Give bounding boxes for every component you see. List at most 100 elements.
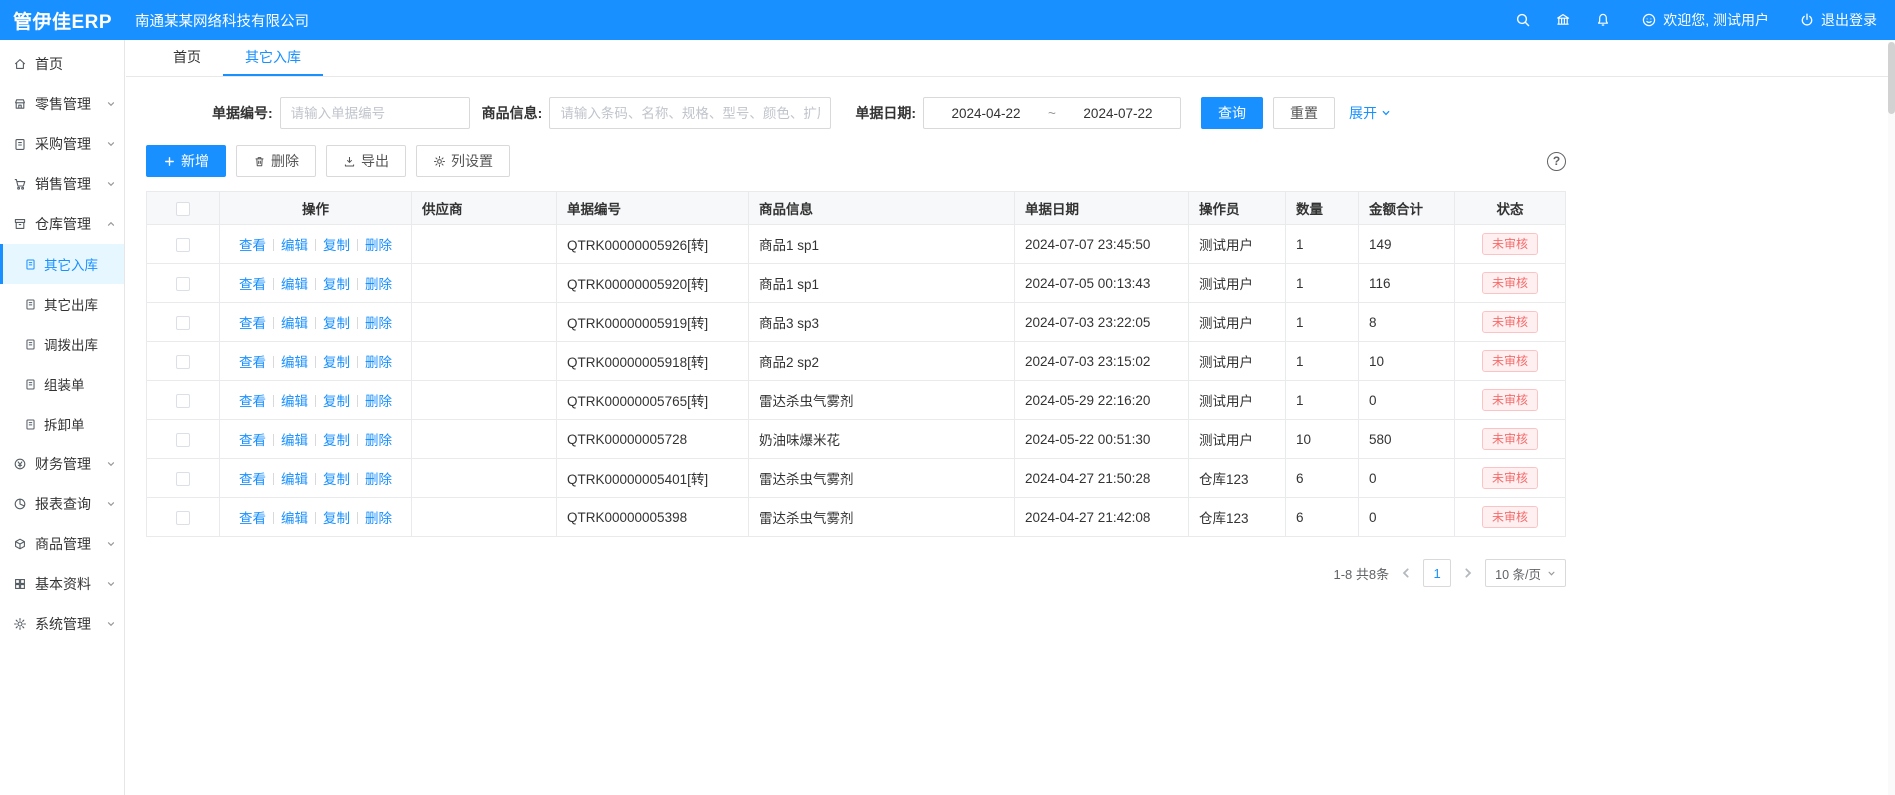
delete-link[interactable]: 删除 bbox=[365, 316, 392, 331]
copy-link[interactable]: 复制 bbox=[323, 277, 350, 292]
logout-button[interactable]: 退出登录 bbox=[1799, 10, 1877, 30]
edit-link[interactable]: 编辑 bbox=[281, 316, 308, 331]
sidebar-item-finance[interactable]: 财务管理 bbox=[0, 444, 124, 484]
cell-operator: 测试用户 bbox=[1189, 225, 1286, 264]
search-icon[interactable] bbox=[1515, 12, 1531, 28]
edit-link[interactable]: 编辑 bbox=[281, 238, 308, 253]
document-icon bbox=[24, 298, 37, 311]
delete-link[interactable]: 删除 bbox=[365, 433, 392, 448]
date-end-value[interactable]: 2024-07-22 bbox=[1083, 106, 1152, 121]
cell-operations: 查看编辑复制删除 bbox=[220, 342, 412, 381]
divider bbox=[357, 356, 358, 368]
sidebar-subitem-assembly[interactable]: 组装单 bbox=[0, 364, 124, 404]
edit-link[interactable]: 编辑 bbox=[281, 277, 308, 292]
date-range-picker[interactable]: 2024-04-22 ~ 2024-07-22 bbox=[923, 97, 1181, 129]
export-button[interactable]: 导出 bbox=[326, 145, 406, 177]
select-all-checkbox[interactable] bbox=[176, 202, 190, 216]
delete-link[interactable]: 删除 bbox=[365, 355, 392, 370]
row-checkbox[interactable] bbox=[176, 316, 190, 330]
view-link[interactable]: 查看 bbox=[239, 433, 266, 448]
row-checkbox[interactable] bbox=[176, 277, 190, 291]
row-checkbox[interactable] bbox=[176, 394, 190, 408]
page-size-select[interactable]: 10 条/页 bbox=[1485, 559, 1566, 587]
col-amount: 金额合计 bbox=[1359, 192, 1455, 225]
sidebar-subitem-other-inbound[interactable]: 其它入库 bbox=[0, 244, 124, 284]
prev-page-button[interactable] bbox=[1399, 566, 1413, 580]
sidebar-item-label: 仓库管理 bbox=[35, 214, 91, 234]
scrollbar-track[interactable] bbox=[1888, 42, 1895, 795]
add-button[interactable]: 新增 bbox=[146, 145, 226, 177]
delete-link[interactable]: 删除 bbox=[365, 394, 392, 409]
view-link[interactable]: 查看 bbox=[239, 238, 266, 253]
page-number-1[interactable]: 1 bbox=[1423, 559, 1451, 587]
edit-link[interactable]: 编辑 bbox=[281, 433, 308, 448]
bell-icon[interactable] bbox=[1595, 12, 1611, 28]
sidebar-item-sales[interactable]: 销售管理 bbox=[0, 164, 124, 204]
copy-link[interactable]: 复制 bbox=[323, 433, 350, 448]
sidebar-item-retail[interactable]: 零售管理 bbox=[0, 84, 124, 124]
sidebar-item-basic-data[interactable]: 基本资料 bbox=[0, 564, 124, 604]
view-link[interactable]: 查看 bbox=[239, 316, 266, 331]
sidebar-item-purchase[interactable]: 采购管理 bbox=[0, 124, 124, 164]
copy-link[interactable]: 复制 bbox=[323, 316, 350, 331]
help-icon[interactable]: ? bbox=[1547, 152, 1566, 171]
delete-link[interactable]: 删除 bbox=[365, 472, 392, 487]
copy-link[interactable]: 复制 bbox=[323, 511, 350, 526]
add-button-label: 新增 bbox=[181, 151, 209, 171]
edit-link[interactable]: 编辑 bbox=[281, 394, 308, 409]
delete-link[interactable]: 删除 bbox=[365, 511, 392, 526]
order-no-input[interactable] bbox=[280, 97, 470, 129]
sidebar-subitem-disassembly[interactable]: 拆卸单 bbox=[0, 404, 124, 444]
plus-icon bbox=[163, 155, 176, 168]
delete-link[interactable]: 删除 bbox=[365, 277, 392, 292]
view-link[interactable]: 查看 bbox=[239, 277, 266, 292]
sidebar-item-reports[interactable]: 报表查询 bbox=[0, 484, 124, 524]
sidebar-item-home[interactable]: 首页 bbox=[0, 44, 124, 84]
view-link[interactable]: 查看 bbox=[239, 511, 266, 526]
sidebar-item-system[interactable]: 系统管理 bbox=[0, 604, 124, 644]
row-checkbox[interactable] bbox=[176, 511, 190, 525]
row-checkbox[interactable] bbox=[176, 472, 190, 486]
divider bbox=[315, 512, 316, 524]
divider bbox=[273, 512, 274, 524]
product-info-input[interactable] bbox=[549, 97, 831, 129]
reset-button[interactable]: 重置 bbox=[1273, 97, 1335, 129]
copy-link[interactable]: 复制 bbox=[323, 394, 350, 409]
welcome-user[interactable]: 欢迎您, 测试用户 bbox=[1641, 10, 1769, 30]
search-button[interactable]: 查询 bbox=[1201, 97, 1263, 129]
divider bbox=[357, 473, 358, 485]
tab-home[interactable]: 首页 bbox=[151, 40, 223, 76]
view-link[interactable]: 查看 bbox=[239, 472, 266, 487]
edit-link[interactable]: 编辑 bbox=[281, 511, 308, 526]
column-settings-button[interactable]: 列设置 bbox=[416, 145, 510, 177]
cell-supplier bbox=[412, 342, 557, 381]
edit-link[interactable]: 编辑 bbox=[281, 355, 308, 370]
view-link[interactable]: 查看 bbox=[239, 355, 266, 370]
date-start-value[interactable]: 2024-04-22 bbox=[952, 106, 1021, 121]
cell-status: 未审核 bbox=[1455, 264, 1566, 303]
cell-product-info: 雷达杀虫气雾剂 bbox=[749, 459, 1015, 498]
table-row: 查看编辑复制删除 QTRK00000005918[转] 商品2 sp2 2024… bbox=[147, 342, 1566, 381]
row-checkbox[interactable] bbox=[176, 433, 190, 447]
view-link[interactable]: 查看 bbox=[239, 394, 266, 409]
cell-qty: 1 bbox=[1286, 225, 1359, 264]
expand-link[interactable]: 展开 bbox=[1349, 103, 1391, 123]
edit-link[interactable]: 编辑 bbox=[281, 472, 308, 487]
delete-link[interactable]: 删除 bbox=[365, 238, 392, 253]
scrollbar-thumb[interactable] bbox=[1888, 42, 1895, 114]
copy-link[interactable]: 复制 bbox=[323, 238, 350, 253]
building-icon[interactable] bbox=[1555, 12, 1571, 28]
row-checkbox-cell bbox=[147, 459, 220, 498]
row-checkbox[interactable] bbox=[176, 238, 190, 252]
sidebar-item-warehouse[interactable]: 仓库管理 bbox=[0, 204, 124, 244]
row-checkbox[interactable] bbox=[176, 355, 190, 369]
copy-link[interactable]: 复制 bbox=[323, 355, 350, 370]
copy-link[interactable]: 复制 bbox=[323, 472, 350, 487]
next-page-button[interactable] bbox=[1461, 566, 1475, 580]
records-table: 操作 供应商 单据编号 商品信息 单据日期 操作员 数量 金额合计 状态 查看编… bbox=[146, 191, 1566, 537]
sidebar-subitem-transfer-outbound[interactable]: 调拨出库 bbox=[0, 324, 124, 364]
sidebar-subitem-other-outbound[interactable]: 其它出库 bbox=[0, 284, 124, 324]
delete-button[interactable]: 删除 bbox=[236, 145, 316, 177]
sidebar-item-products[interactable]: 商品管理 bbox=[0, 524, 124, 564]
tab-other-inbound[interactable]: 其它入库 bbox=[223, 40, 323, 76]
